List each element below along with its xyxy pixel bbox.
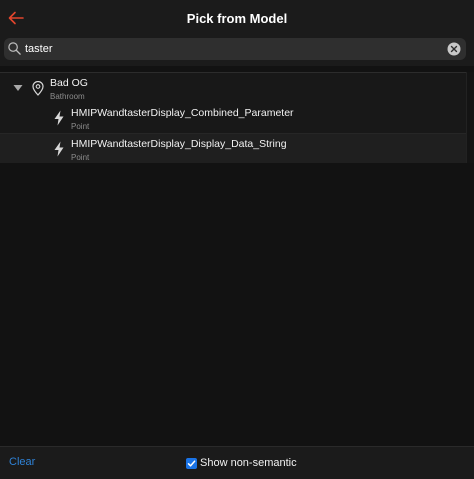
- show-non-semantic-checkbox[interactable]: [186, 457, 197, 469]
- bolt-icon: [54, 141, 64, 157]
- clear-button[interactable]: Clear: [9, 456, 35, 468]
- item-subtitle: Point: [71, 153, 90, 162]
- search-box: [4, 38, 466, 60]
- group-subtitle: Bathroom: [50, 92, 85, 101]
- clear-search-icon[interactable]: [447, 42, 461, 56]
- list-item[interactable]: HMIPWandtasterDisplay_Display_Data_Strin…: [0, 133, 474, 163]
- page-title: Pick from Model: [186, 11, 288, 26]
- list-item[interactable]: HMIPWandtasterDisplay_Combined_Parameter…: [0, 103, 474, 133]
- item-subtitle: Point: [71, 122, 90, 131]
- show-non-semantic-toggle[interactable]: Show non-semantic: [186, 456, 297, 470]
- search-input[interactable]: [25, 40, 435, 58]
- navbar: Pick from Model: [0, 0, 474, 36]
- item-label: HMIPWandtasterDisplay_Combined_Parameter: [71, 107, 294, 119]
- location-pin-icon: [32, 81, 44, 96]
- item-label: HMIPWandtasterDisplay_Display_Data_Strin…: [71, 138, 287, 150]
- checkmark-icon: [187, 459, 196, 467]
- searchbar: [0, 36, 474, 66]
- scrollbar[interactable]: [466, 72, 474, 163]
- bottom-toolbar: Clear Show non-semantic: [0, 446, 474, 479]
- tree-group-row[interactable]: Bad OG Bathroom: [0, 73, 474, 103]
- group-label: Bad OG: [50, 77, 88, 89]
- show-non-semantic-label: Show non-semantic: [200, 457, 297, 469]
- search-icon: [8, 42, 21, 55]
- bolt-icon: [54, 110, 64, 126]
- chevron-down-icon[interactable]: [13, 84, 23, 92]
- results-list: Bad OG Bathroom HMIPWandtasterDisplay_Co…: [0, 72, 474, 163]
